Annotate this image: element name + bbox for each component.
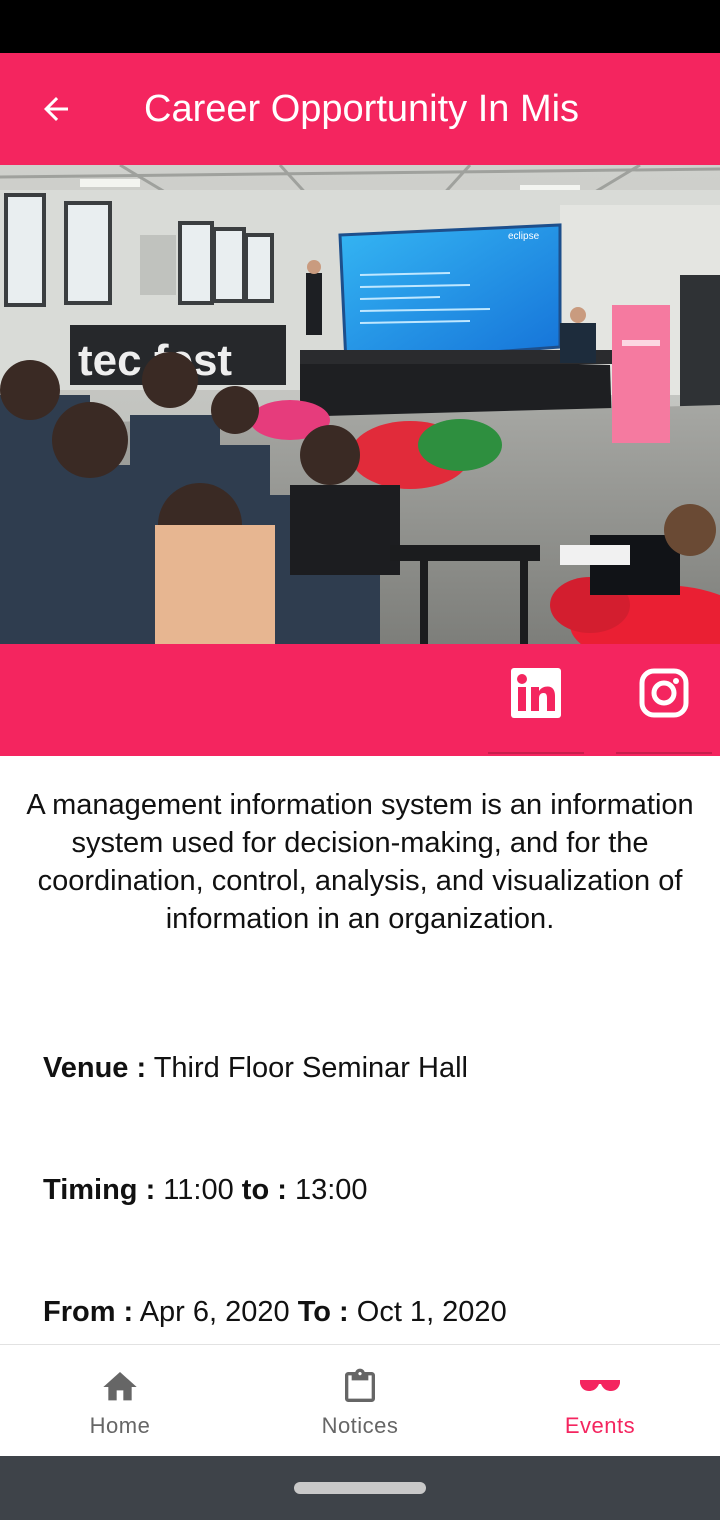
linkedin-icon: [511, 668, 561, 718]
nav-home[interactable]: Home: [0, 1345, 240, 1457]
start-date: Apr 6, 2020: [139, 1296, 290, 1328]
app-bar: Career Opportunity In Mis: [0, 53, 720, 165]
system-gesture-bar: [0, 1456, 720, 1520]
social-links-bar: [0, 644, 720, 756]
end-date: Oct 1, 2020: [356, 1296, 507, 1328]
nav-notices[interactable]: Notices: [240, 1345, 480, 1457]
screen-brand-text: eclipse: [508, 231, 540, 242]
venue-row: Venue : Third Floor Seminar Hall: [43, 1052, 693, 1085]
home-gesture-handle[interactable]: [294, 1482, 426, 1494]
sunglasses-icon: [579, 1367, 621, 1407]
nav-events-label: Events: [564, 1413, 636, 1438]
nav-notices-label: Notices: [321, 1413, 399, 1438]
time-to-label: to :: [241, 1174, 287, 1206]
event-description: A management information system is an in…: [26, 789, 694, 935]
event-image: eclipse tec fest: [0, 165, 720, 644]
start-time: 11:00: [163, 1174, 234, 1206]
timing-row: Timing : 11:00 to : 13:00: [43, 1174, 693, 1207]
from-label: From :: [43, 1296, 134, 1328]
venue-label: Venue :: [43, 1052, 147, 1084]
home-icon: [100, 1367, 140, 1407]
date-to-label: To :: [297, 1296, 349, 1328]
status-bar: [0, 0, 720, 53]
arrow-left-icon: [44, 97, 68, 121]
venue-value: Third Floor Seminar Hall: [153, 1052, 468, 1084]
instagram-button[interactable]: [616, 668, 712, 754]
timing-label: Timing :: [43, 1174, 156, 1206]
nav-home-label: Home: [89, 1413, 151, 1438]
nav-events[interactable]: Events: [480, 1345, 720, 1457]
page-title: Career Opportunity In Mis: [144, 88, 580, 130]
bottom-navigation: Home Notices Events: [0, 1344, 720, 1457]
back-button[interactable]: [28, 81, 84, 137]
instagram-icon: [639, 668, 689, 718]
date-row: From : Apr 6, 2020 To : Oct 1, 2020: [43, 1296, 693, 1329]
clipboard-icon: [340, 1367, 380, 1407]
linkedin-button[interactable]: [488, 668, 584, 754]
end-time: 13:00: [294, 1174, 368, 1206]
